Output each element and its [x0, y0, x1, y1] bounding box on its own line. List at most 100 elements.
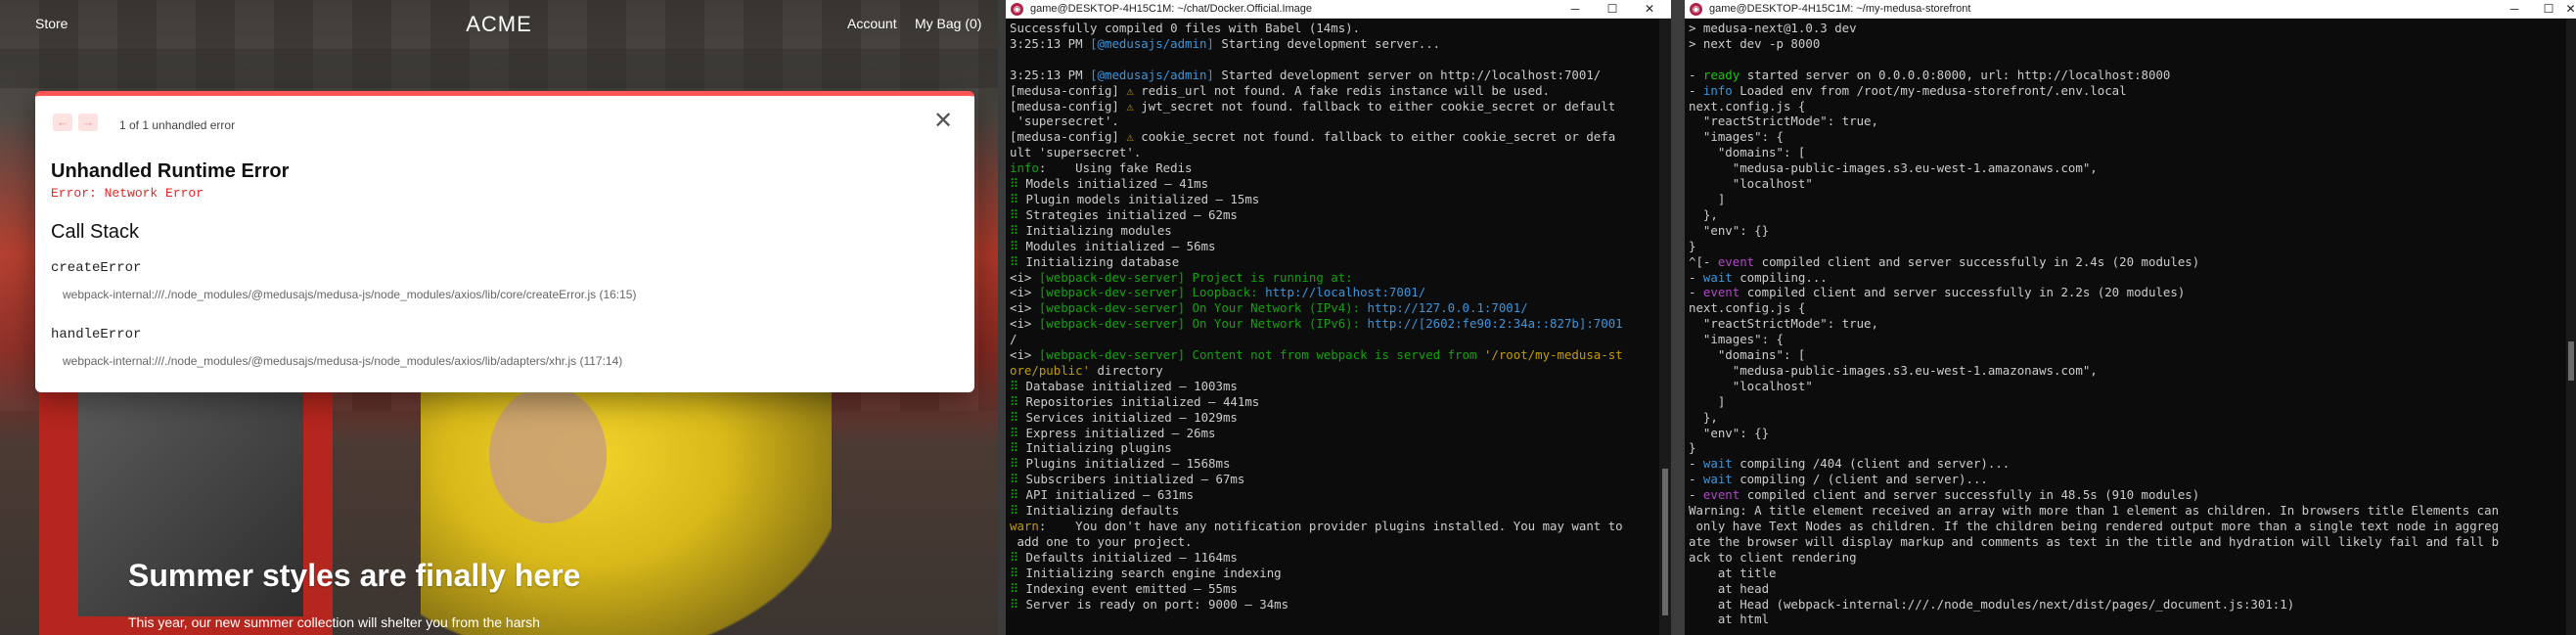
terminal-text: Started development server on http://loc…: [1213, 67, 1602, 82]
pane-divider: [998, 0, 1006, 635]
error-message: Error: Network Error: [51, 186, 204, 201]
terminal-text: "medusa-public-images.s3.eu-west-1.amazo…: [1689, 160, 2098, 176]
terminal-text: "medusa-public-images.s3.eu-west-1.amazo…: [1689, 362, 2098, 378]
terminal-text: },: [1689, 206, 1718, 222]
terminal-text: ⠿: [1010, 378, 1019, 393]
terminal-text: ult 'supersecret'.: [1010, 145, 1142, 160]
terminal-line: ⠿ Defaults initialized – 1164ms: [1010, 550, 1657, 566]
terminal-text: }: [1689, 238, 1696, 253]
terminal-text: Warning: A title element received an arr…: [1689, 503, 2500, 519]
terminal-window-admin[interactable]: ◉ game@DESKTOP-4H15C1M: ~/chat/Docker.Of…: [1006, 0, 1671, 635]
terminal-text: event: [1717, 253, 1755, 269]
terminal-text: <i>: [1010, 285, 1039, 300]
terminal-text: "domains": [: [1689, 145, 1806, 160]
terminal-window-storefront[interactable]: ◉ game@DESKTOP-4H15C1M: ~/my-medusa-stor…: [1685, 0, 2576, 635]
hero-image-figure: [489, 386, 607, 523]
terminal-text: ⠿: [1010, 222, 1019, 238]
terminal-titlebar[interactable]: ◉ game@DESKTOP-4H15C1M: ~/my-medusa-stor…: [1685, 0, 2576, 19]
terminal-line: > next dev -p 8000: [1689, 36, 2564, 52]
scrollbar-thumb[interactable]: [2568, 341, 2574, 381]
terminal-text: Initializing defaults: [1018, 503, 1180, 519]
terminal-text: Successfully compiled 0 files with Babel…: [1010, 21, 1361, 35]
maximize-icon[interactable]: ☐: [2539, 0, 2558, 18]
terminal-text: Initializing modules: [1018, 222, 1172, 238]
terminal-text: Subscribers initialized – 67ms: [1018, 472, 1245, 487]
terminal-line: <i> [webpack-dev-server] On Your Network…: [1010, 316, 1657, 332]
terminal-text: http://[2602:fe90:2:34a::827b]:7001: [1367, 316, 1623, 332]
terminal-line: ⠿ Initializing defaults: [1010, 503, 1657, 519]
terminal-line: ⠿ Modules initialized – 56ms: [1010, 239, 1657, 254]
terminal-text: ⠿: [1010, 472, 1019, 487]
terminal-text: wait: [1702, 456, 1733, 472]
terminal-text: API initialized – 631ms: [1018, 487, 1195, 503]
terminal-text: started server on 0.0.0.0:8000, url: htt…: [1740, 67, 2171, 82]
close-icon[interactable]: ✕: [2565, 0, 2576, 18]
terminal-text: ⚠: [1126, 82, 1134, 98]
terminal-scrollbar[interactable]: [2566, 19, 2576, 635]
terminal-titlebar[interactable]: ◉ game@DESKTOP-4H15C1M: ~/chat/Docker.Of…: [1006, 0, 1671, 19]
terminal-text: Express initialized – 26ms: [1018, 425, 1216, 440]
terminal-line: - wait compiling /404 (client and server…: [1689, 456, 2564, 472]
terminal-text: cookie_secret not found. fallback to eit…: [1133, 129, 1616, 145]
terminal-line: ⠿ Initializing database: [1010, 254, 1657, 270]
terminal-text: event: [1702, 285, 1740, 300]
minimize-icon[interactable]: ─: [1565, 0, 1585, 18]
terminal-text: add one to your project.: [1010, 533, 1193, 549]
terminal-line: ⠿ Services initialized – 1029ms: [1010, 410, 1657, 426]
terminal-line: "medusa-public-images.s3.eu-west-1.amazo…: [1689, 160, 2564, 176]
terminal-text: ⠿: [1010, 393, 1019, 409]
stack-frame-function: handleError: [51, 327, 142, 342]
terminal-text: Modules initialized – 56ms: [1018, 238, 1216, 253]
terminal-line: - ready started server on 0.0.0.0:8000, …: [1689, 68, 2564, 83]
terminal-text: ⠿: [1010, 456, 1019, 472]
terminal-text: compiling /404 (client and server)...: [1732, 456, 2011, 472]
terminal-text: wait: [1702, 269, 1733, 285]
terminal-text: > next dev -p 8000: [1689, 35, 1821, 51]
terminal-text: : Using fake Redis: [1038, 160, 1193, 176]
terminal-text: compiling...: [1732, 269, 1828, 285]
terminal-text: Loaded env from /root/my-medusa-storefro…: [1732, 82, 2127, 98]
terminal-text: ⠿: [1010, 253, 1019, 269]
terminal-scrollbar[interactable]: [1659, 19, 1671, 635]
terminal-text: -: [1689, 82, 1703, 98]
previous-error-button[interactable]: ←: [53, 113, 72, 131]
terminal-text: ⠿: [1010, 409, 1019, 425]
terminal-line: at title: [1689, 566, 2564, 581]
terminal-line: - info Loaded env from /root/my-medusa-s…: [1689, 83, 2564, 99]
terminal-line: Warning: A title element received an arr…: [1689, 503, 2564, 519]
terminal-text: "localhost": [1689, 176, 1813, 192]
terminal-text: -: [1689, 487, 1703, 503]
terminal-text: ⠿: [1010, 565, 1019, 580]
terminal-line: "localhost": [1689, 379, 2564, 394]
terminal-text: "env": {}: [1689, 425, 1770, 440]
terminal-text: http://localhost:7001/: [1265, 285, 1426, 300]
nav-account-link[interactable]: Account: [847, 16, 897, 31]
terminal-text: 3:25:13 PM: [1010, 35, 1091, 51]
minimize-icon[interactable]: ─: [2505, 0, 2524, 18]
close-icon[interactable]: ✕: [1640, 0, 1659, 18]
maximize-icon[interactable]: ☐: [1603, 0, 1622, 18]
terminal-line: ult 'supersecret'.: [1010, 145, 1657, 160]
terminal-text: -: [1689, 456, 1703, 472]
scrollbar-thumb[interactable]: [1662, 469, 1668, 615]
terminal-text: [webpack-dev-server] On Your Network (IP…: [1038, 300, 1368, 316]
terminal-line: "images": {: [1689, 129, 2564, 145]
terminal-text: directory: [1090, 362, 1163, 378]
terminal-line: 'supersecret'.: [1010, 113, 1657, 129]
terminal-text: jwt_secret not found. fallback to either…: [1133, 98, 1616, 113]
terminal-line: /: [1010, 332, 1657, 347]
arrow-right-icon: →: [81, 114, 95, 129]
close-icon[interactable]: ✕: [933, 110, 953, 133]
next-error-button[interactable]: →: [78, 113, 98, 131]
terminal-text: compiling / (client and server)...: [1732, 472, 1988, 487]
nav-bag-link[interactable]: My Bag (0): [915, 16, 981, 31]
terminal-line: },: [1689, 207, 2564, 223]
stack-frame-path[interactable]: webpack-internal:///./node_modules/@medu…: [63, 288, 636, 301]
terminal-line: at html: [1689, 612, 2564, 627]
terminal-line: <i> [webpack-dev-server] Loopback: http:…: [1010, 285, 1657, 300]
terminal-text: -: [1689, 472, 1703, 487]
terminal-text: next.config.js {: [1689, 300, 1806, 316]
stack-frame-path[interactable]: webpack-internal:///./node_modules/@medu…: [63, 354, 622, 368]
terminal-line: <i> [webpack-dev-server] Content not fro…: [1010, 347, 1657, 363]
